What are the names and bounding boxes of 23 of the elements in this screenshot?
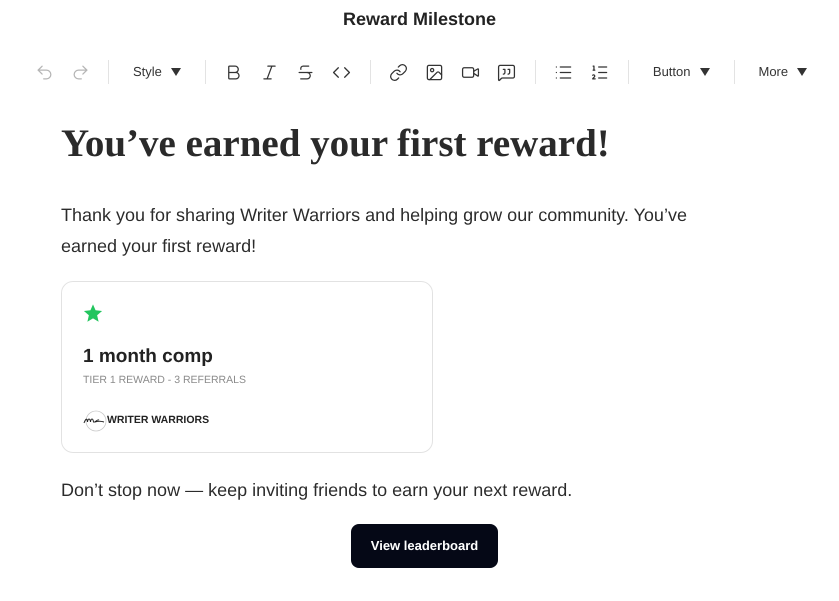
strikethrough-icon	[296, 62, 316, 82]
window-title: Reward Milestone	[342, 8, 496, 31]
undo-icon	[34, 62, 54, 82]
closing-paragraph: Don’t stop now — keep inviting friends to earn your next reward.	[61, 479, 574, 502]
caret-icon	[170, 68, 181, 76]
quote-bubble-icon	[497, 62, 516, 82]
redo-icon	[70, 62, 90, 82]
intro-paragraph: Thank you for sharing Writer Warriors and helping grow our community. You’ve earned your first reward!	[61, 204, 688, 258]
signature-logo-icon	[83, 410, 107, 432]
reward-tier-label: TIER 1 REWARD - 3 REFERRALS	[83, 373, 246, 387]
dropdown-button[interactable]: Button	[638, 56, 724, 88]
heading: You’ve earned your first reward!	[61, 122, 611, 166]
reward-title: 1 month comp	[83, 345, 213, 369]
link-icon	[389, 62, 408, 82]
caret-icon	[797, 68, 808, 76]
image-icon	[425, 62, 444, 82]
view-leaderboard-button[interactable]: View leaderboard	[350, 524, 498, 568]
numbered-list-icon	[590, 62, 610, 82]
dropdown-button[interactable]: Style	[119, 56, 195, 88]
brand-name: WRITER WARRIORS	[107, 413, 210, 428]
star-icon	[83, 304, 103, 323]
caret-icon	[700, 68, 710, 76]
dropdown-button[interactable]: More	[744, 56, 822, 88]
